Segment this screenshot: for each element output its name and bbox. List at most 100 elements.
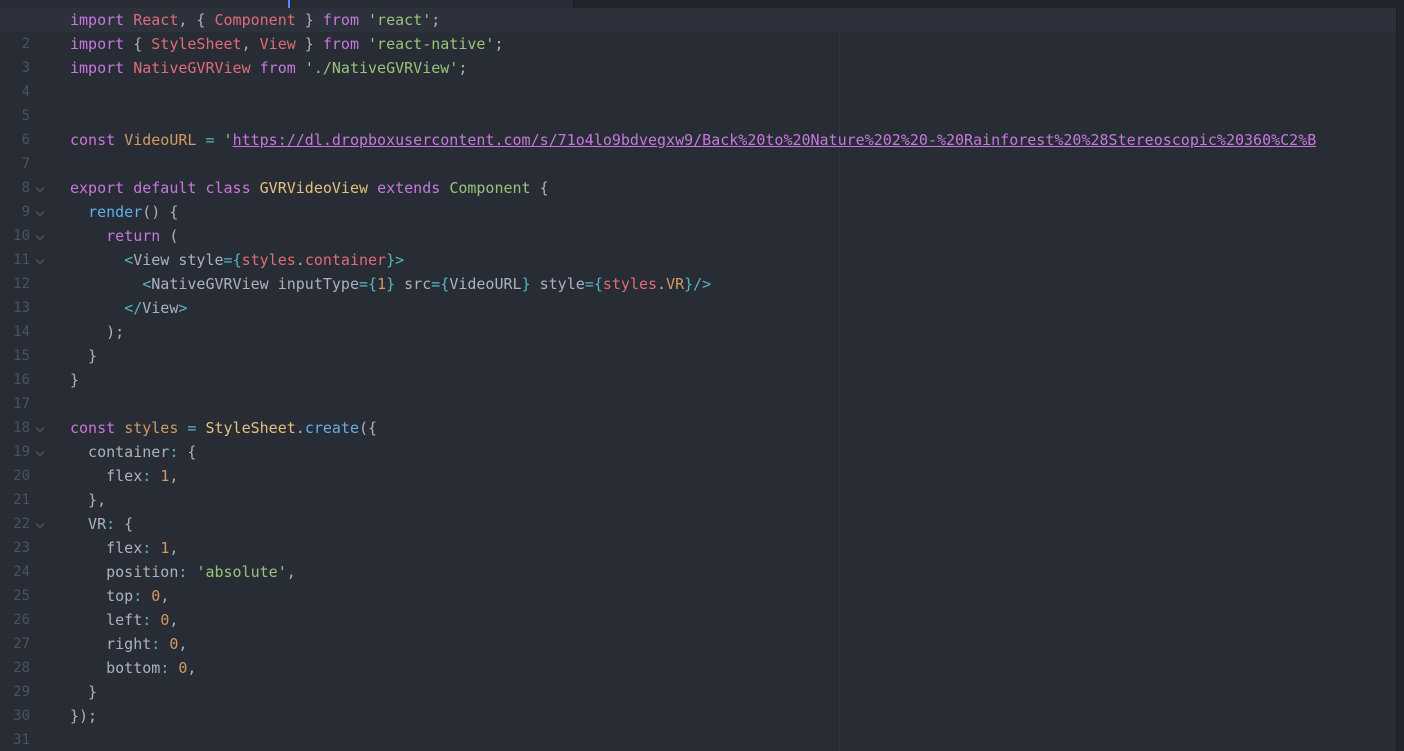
gutter-row[interactable]: 15 bbox=[0, 344, 56, 368]
code-line[interactable]: } bbox=[70, 344, 1404, 368]
line-number: 9 bbox=[21, 204, 30, 220]
gutter-row[interactable]: 22 bbox=[0, 512, 56, 536]
active-tab[interactable] bbox=[0, 0, 574, 8]
code-line[interactable]: <View style={styles.container}> bbox=[70, 248, 1404, 272]
gutter-row[interactable]: 30 bbox=[0, 704, 56, 728]
line-number: 19 bbox=[13, 444, 30, 460]
code-line[interactable]: } bbox=[70, 368, 1404, 392]
fold-chevron-icon[interactable] bbox=[35, 519, 45, 529]
code-token: ; bbox=[431, 11, 441, 29]
code-token: from bbox=[259, 59, 296, 77]
code-token: { bbox=[232, 251, 242, 269]
gutter-row[interactable]: 7 bbox=[0, 152, 56, 176]
gutter-row[interactable]: 16 bbox=[0, 368, 56, 392]
code-line[interactable]: return ( bbox=[70, 224, 1404, 248]
gutter-row[interactable]: 9 bbox=[0, 200, 56, 224]
code-token: render bbox=[88, 203, 143, 221]
code-line[interactable] bbox=[70, 104, 1404, 128]
gutter-row[interactable]: 26 bbox=[0, 608, 56, 632]
code-token: import bbox=[70, 11, 125, 29]
code-line[interactable]: container: { bbox=[70, 440, 1404, 464]
line-number: 4 bbox=[21, 84, 30, 100]
line-number: 3 bbox=[21, 60, 30, 76]
fold-chevron-icon[interactable] bbox=[35, 183, 45, 193]
gutter-row[interactable]: 4 bbox=[0, 80, 56, 104]
code-token: Component bbox=[449, 179, 531, 197]
code-line[interactable]: import React, { Component } from 'react'… bbox=[0, 8, 1404, 32]
gutter-row[interactable]: 31 bbox=[0, 728, 56, 751]
code-line[interactable]: import { StyleSheet, View } from 'react-… bbox=[70, 32, 1404, 56]
code-line[interactable] bbox=[70, 80, 1404, 104]
gutter-row[interactable]: 10 bbox=[0, 224, 56, 248]
gutter-row[interactable]: 2 bbox=[0, 32, 56, 56]
line-number-gutter[interactable]: 1234567891011121314151617181920212223242… bbox=[0, 8, 56, 751]
code-line[interactable] bbox=[70, 728, 1404, 751]
code-token[interactable]: https://dl.dropboxusercontent.com/s/71o4… bbox=[233, 131, 1317, 149]
vertical-scrollbar[interactable] bbox=[1396, 8, 1404, 751]
gutter-row[interactable]: 21 bbox=[0, 488, 56, 512]
code-line[interactable]: left: 0, bbox=[70, 608, 1404, 632]
gutter-row[interactable]: 3 bbox=[0, 56, 56, 80]
fold-chevron-icon[interactable] bbox=[35, 423, 45, 433]
code-line[interactable]: top: 0, bbox=[70, 584, 1404, 608]
code-line[interactable]: right: 0, bbox=[70, 632, 1404, 656]
fold-chevron-icon[interactable] bbox=[35, 447, 45, 457]
code-line[interactable]: </View> bbox=[70, 296, 1404, 320]
code-token: , bbox=[187, 659, 197, 677]
gutter-row[interactable]: 27 bbox=[0, 632, 56, 656]
gutter-row[interactable]: 5 bbox=[0, 104, 56, 128]
code-line[interactable]: render() { bbox=[70, 200, 1404, 224]
code-line[interactable]: flex: 1, bbox=[70, 536, 1404, 560]
line-number: 10 bbox=[13, 228, 30, 244]
code-area[interactable]: import React, { Component } from 'react'… bbox=[0, 8, 1404, 751]
gutter-row[interactable]: 11 bbox=[0, 248, 56, 272]
code-token: React bbox=[133, 11, 179, 29]
gutter-row[interactable]: 19 bbox=[0, 440, 56, 464]
code-token: VideoURL bbox=[449, 275, 522, 293]
gutter-row[interactable]: 8 bbox=[0, 176, 56, 200]
code-token: } bbox=[295, 35, 323, 53]
gutter-row[interactable]: 6 bbox=[0, 128, 56, 152]
code-token: : bbox=[142, 467, 152, 485]
code-line[interactable]: export default class GVRVideoView extend… bbox=[70, 176, 1404, 200]
fold-chevron-icon[interactable] bbox=[35, 255, 45, 265]
code-line[interactable]: }, bbox=[70, 488, 1404, 512]
code-line[interactable]: ); bbox=[70, 320, 1404, 344]
code-line[interactable]: position: 'absolute', bbox=[70, 560, 1404, 584]
gutter-row[interactable]: 18 bbox=[0, 416, 56, 440]
gutter-row[interactable]: 14 bbox=[0, 320, 56, 344]
code-token: 0 bbox=[151, 587, 161, 605]
code-token: ; bbox=[458, 59, 468, 77]
code-line[interactable]: const styles = StyleSheet.create({ bbox=[70, 416, 1404, 440]
code-token: /> bbox=[693, 275, 712, 293]
gutter-row[interactable]: 29 bbox=[0, 680, 56, 704]
gutter-row[interactable]: 20 bbox=[0, 464, 56, 488]
line-number: 25 bbox=[13, 588, 30, 604]
code-line[interactable]: bottom: 0, bbox=[70, 656, 1404, 680]
code-line[interactable] bbox=[70, 152, 1404, 176]
code-line[interactable] bbox=[70, 392, 1404, 416]
gutter-row[interactable]: 25 bbox=[0, 584, 56, 608]
gutter-row[interactable]: 17 bbox=[0, 392, 56, 416]
fold-chevron-icon[interactable] bbox=[35, 207, 45, 217]
gutter-row[interactable]: 12 bbox=[0, 272, 56, 296]
code-editor[interactable]: 1234567891011121314151617181920212223242… bbox=[0, 0, 1404, 751]
code-line[interactable]: } bbox=[70, 680, 1404, 704]
code-token: 'absolute' bbox=[196, 563, 287, 581]
code-line[interactable]: <NativeGVRView inputType={1} src={VideoU… bbox=[70, 272, 1404, 296]
code-token: import bbox=[70, 59, 125, 77]
gutter-row[interactable]: 28 bbox=[0, 656, 56, 680]
code-token: : bbox=[106, 515, 116, 533]
code-line[interactable]: VR: { bbox=[70, 512, 1404, 536]
code-line[interactable]: flex: 1, bbox=[70, 464, 1404, 488]
gutter-row[interactable]: 23 bbox=[0, 536, 56, 560]
fold-chevron-icon[interactable] bbox=[35, 231, 45, 241]
code-line[interactable]: const VideoURL = 'https://dl.dropboxuser… bbox=[70, 128, 1404, 152]
code-line[interactable]: import NativeGVRView from './NativeGVRVi… bbox=[70, 56, 1404, 80]
gutter-row[interactable]: 24 bbox=[0, 560, 56, 584]
code-line[interactable]: }); bbox=[70, 704, 1404, 728]
gutter-row[interactable]: 13 bbox=[0, 296, 56, 320]
